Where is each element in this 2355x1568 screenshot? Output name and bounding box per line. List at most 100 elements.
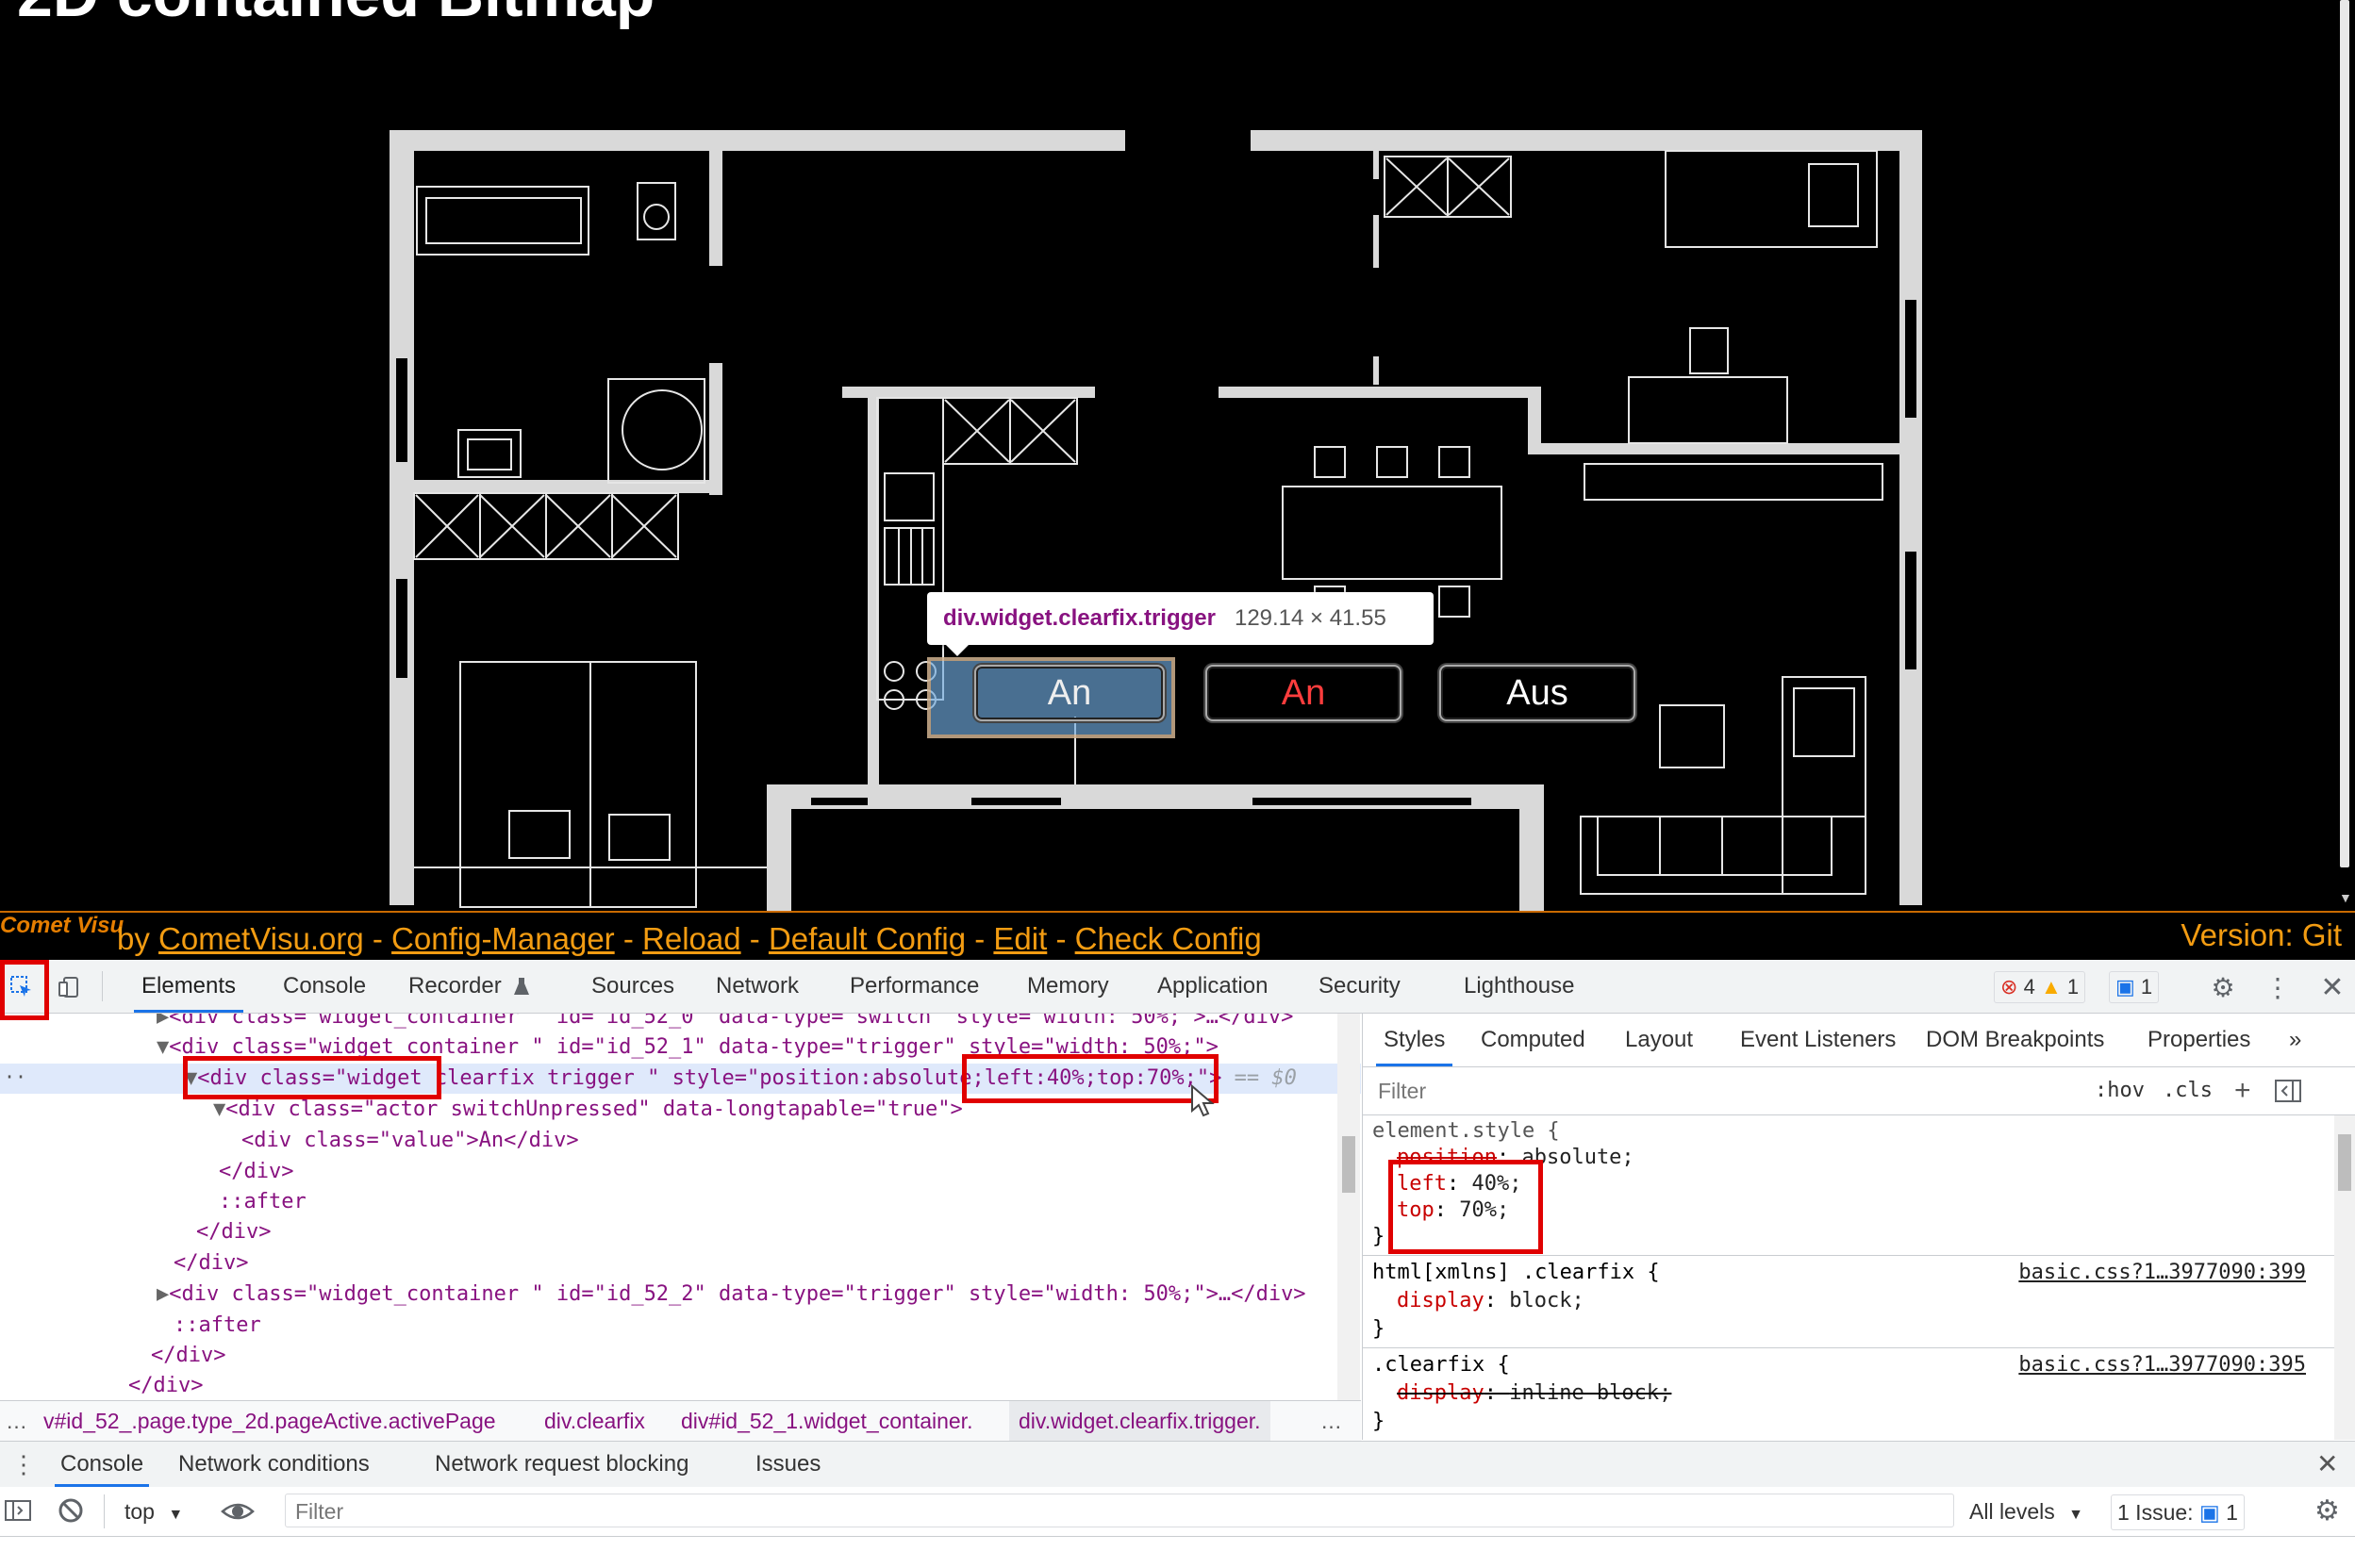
drawer-tab-network-request-blocking[interactable]: Network request blocking bbox=[435, 1442, 688, 1487]
style-rules: element.style { position: absolute; left… bbox=[1363, 1115, 2334, 1440]
tab-console[interactable]: Console bbox=[283, 960, 366, 1013]
class-toggle[interactable]: .cls bbox=[2163, 1067, 2213, 1114]
link-reload[interactable]: Reload bbox=[642, 921, 741, 956]
tab-properties[interactable]: Properties bbox=[2148, 1014, 2250, 1066]
breadcrumb-item-active[interactable]: div.widget.clearfix.trigger. bbox=[1009, 1401, 1270, 1441]
dom-node[interactable]: ▼<div class="actor switchUnpressed" data… bbox=[0, 1095, 1361, 1125]
footer-links: by CometVisu.org - Config-Manager - Relo… bbox=[117, 915, 1262, 964]
tab-memory[interactable]: Memory bbox=[1027, 960, 1109, 1013]
dom-node[interactable]: </div> bbox=[0, 1157, 1361, 1187]
style-declaration[interactable]: display: block; bbox=[1372, 1287, 1584, 1315]
issues-counter[interactable]: ▣ 1 bbox=[2109, 971, 2160, 1003]
dom-node[interactable]: ::after bbox=[0, 1187, 1361, 1217]
dom-node[interactable]: </div> bbox=[0, 1217, 1361, 1247]
styles-scrollbar-thumb[interactable] bbox=[2338, 1134, 2351, 1191]
footer-separator: - bbox=[974, 921, 986, 956]
tooltip-selector: div.widget.clearfix.trigger bbox=[943, 605, 1216, 631]
issues-button[interactable]: 1 Issue: ▣ 1 bbox=[2111, 1494, 2245, 1530]
page-scrollbar[interactable]: ▼ bbox=[2334, 0, 2355, 911]
tab-layout[interactable]: Layout bbox=[1625, 1014, 1693, 1066]
style-declaration[interactable]: position: absolute; bbox=[1372, 1144, 1634, 1172]
log-levels-value: All levels bbox=[1969, 1499, 2055, 1524]
link-config-manager[interactable]: Config-Manager bbox=[391, 921, 615, 956]
elements-tree: ▶<div class="widget_container " id="id_5… bbox=[0, 1014, 1361, 1400]
breadcrumb-more[interactable]: … bbox=[1320, 1401, 1342, 1441]
rule-selector: element.style { bbox=[1372, 1119, 1560, 1143]
dom-node[interactable]: </div> bbox=[0, 1371, 1361, 1400]
drawer-tab-console[interactable]: Console bbox=[54, 1442, 150, 1487]
style-declaration[interactable]: top: 70%; bbox=[1372, 1197, 1509, 1225]
styles-filter-input[interactable]: Filter bbox=[1378, 1067, 1426, 1114]
live-expression-eye-icon[interactable] bbox=[221, 1498, 255, 1530]
link-cometvisu-org[interactable]: CometVisu.org bbox=[158, 921, 364, 956]
rule-source-link[interactable]: basic.css?1…3977090:395 bbox=[2018, 1351, 2306, 1379]
tab-security[interactable]: Security bbox=[1318, 960, 1401, 1013]
page-scrollbar-thumb[interactable] bbox=[2340, 0, 2349, 867]
mouse-cursor-icon bbox=[1190, 1083, 1215, 1123]
elements-scrollbar[interactable] bbox=[1337, 1014, 1360, 1400]
tab-styles[interactable]: Styles bbox=[1375, 1014, 1453, 1066]
tab-sources[interactable]: Sources bbox=[591, 960, 674, 1013]
clear-console-icon[interactable] bbox=[57, 1496, 85, 1530]
link-default-config[interactable]: Default Config bbox=[769, 921, 966, 956]
drawer-menu-icon[interactable]: ⋮ bbox=[11, 1442, 36, 1487]
trigger-button-an-1[interactable]: An bbox=[974, 665, 1165, 721]
link-edit[interactable]: Edit bbox=[993, 921, 1047, 956]
styles-scrollbar[interactable] bbox=[2334, 1115, 2355, 1440]
warning-count: 1 bbox=[2066, 975, 2080, 999]
console-settings-gear-icon[interactable]: ⚙ bbox=[2314, 1494, 2340, 1527]
drawer-tab-network-conditions[interactable]: Network conditions bbox=[178, 1442, 370, 1487]
dom-node[interactable]: ▼<div class="widget_container " id="id_5… bbox=[0, 1032, 1361, 1063]
more-options-icon[interactable]: ⋮ bbox=[2262, 971, 2294, 1003]
more-tabs-icon[interactable]: » bbox=[2289, 1014, 2301, 1066]
link-check-config[interactable]: Check Config bbox=[1075, 921, 1262, 956]
device-toolbar-icon[interactable] bbox=[53, 971, 85, 1003]
dom-node-selected[interactable]: ▼<div class="widget clearfix trigger " s… bbox=[0, 1064, 1361, 1094]
drawer-toolbar: ⋮ Console Network conditions Network req… bbox=[0, 1441, 2355, 1488]
context-selector[interactable]: top ▼ bbox=[124, 1487, 183, 1540]
dom-node[interactable]: <div class="value">An</div> bbox=[0, 1126, 1361, 1156]
dom-node[interactable]: </div> bbox=[0, 1341, 1361, 1371]
dom-node[interactable]: ▶<div class="widget_container " id="id_5… bbox=[0, 1014, 1361, 1032]
dom-node[interactable]: ▶<div class="widget_container " id="id_5… bbox=[0, 1279, 1361, 1310]
breadcrumb-item[interactable]: div#id_52_1.widget_container. bbox=[681, 1401, 972, 1441]
show-sidebar-icon[interactable] bbox=[4, 1498, 32, 1528]
rule-selector: .clearfix { bbox=[1372, 1353, 1510, 1377]
close-drawer-icon[interactable]: ✕ bbox=[2316, 1442, 2338, 1487]
settings-gear-icon[interactable]: ⚙ bbox=[2207, 971, 2239, 1003]
toggle-sidebar-icon[interactable] bbox=[2274, 1079, 2302, 1109]
rule-selector: html[xmlns] .clearfix { bbox=[1372, 1261, 1660, 1284]
tab-event-listeners[interactable]: Event Listeners bbox=[1740, 1014, 1896, 1066]
tab-recorder[interactable]: Recorder bbox=[408, 960, 502, 1013]
inspect-element-icon[interactable] bbox=[6, 971, 38, 1003]
tab-lighthouse[interactable]: Lighthouse bbox=[1464, 960, 1574, 1013]
style-declaration[interactable]: display: inline-block; bbox=[1372, 1379, 1671, 1408]
rule-source-link[interactable]: basic.css?1…3977090:399 bbox=[2018, 1259, 2306, 1287]
hover-state-toggle[interactable]: :hov bbox=[2095, 1067, 2145, 1114]
tab-elements[interactable]: Elements bbox=[133, 960, 244, 1013]
style-declaration[interactable]: left: 40%; bbox=[1372, 1170, 1521, 1198]
tab-performance[interactable]: Performance bbox=[850, 960, 979, 1013]
add-rule-icon[interactable]: + bbox=[2234, 1075, 2251, 1107]
trigger-button-an-2[interactable]: An bbox=[1205, 665, 1401, 721]
issues-count: 1 bbox=[2226, 1500, 2238, 1525]
drawer-tab-issues[interactable]: Issues bbox=[755, 1442, 821, 1487]
elements-scrollbar-thumb[interactable] bbox=[1342, 1136, 1355, 1193]
tab-network[interactable]: Network bbox=[716, 960, 799, 1013]
error-icon: ⊗ bbox=[2000, 975, 2018, 999]
console-filter-input[interactable]: Filter bbox=[285, 1494, 1954, 1527]
error-warning-counter[interactable]: ⊗ 4 ▲ 1 bbox=[1994, 971, 2086, 1003]
flask-icon bbox=[512, 973, 531, 999]
log-levels-dropdown[interactable]: All levels ▼ bbox=[1969, 1487, 2083, 1540]
trigger-button-aus[interactable]: Aus bbox=[1439, 665, 1635, 721]
tab-dom-breakpoints[interactable]: DOM Breakpoints bbox=[1926, 1014, 2104, 1066]
context-value: top bbox=[124, 1499, 155, 1524]
tab-computed[interactable]: Computed bbox=[1481, 1014, 1585, 1066]
scroll-down-icon[interactable]: ▼ bbox=[2339, 890, 2352, 905]
dom-node[interactable]: </div> bbox=[0, 1248, 1361, 1279]
close-devtools-icon[interactable]: ✕ bbox=[2316, 971, 2348, 1003]
breadcrumb-item[interactable]: v#id_52_.page.type_2d.pageActive.activeP… bbox=[43, 1401, 496, 1441]
breadcrumb-item[interactable]: div.clearfix bbox=[544, 1401, 645, 1441]
tab-application[interactable]: Application bbox=[1157, 960, 1268, 1013]
dom-node[interactable]: ::after bbox=[0, 1311, 1361, 1341]
